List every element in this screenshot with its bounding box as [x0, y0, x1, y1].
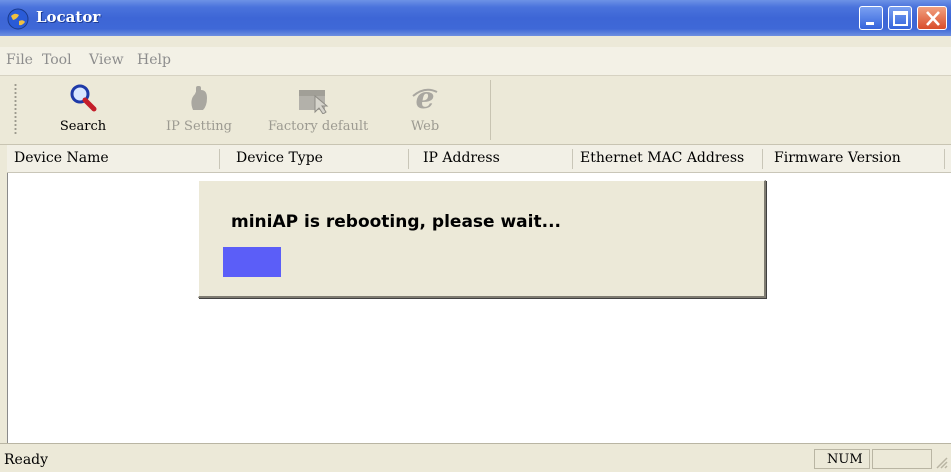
ip-setting-button[interactable]: IP Setting — [154, 82, 244, 138]
reboot-message: miniAP is rebooting, please wait... — [231, 212, 561, 232]
resize-grip-icon[interactable] — [934, 455, 948, 469]
factory-default-label: Factory default — [268, 119, 369, 134]
factory-default-icon — [299, 90, 329, 114]
locator-window: Locator File Tool View Help Search IP Se… — [0, 0, 951, 472]
minimize-button[interactable] — [859, 6, 883, 30]
column-firmware-version[interactable]: Firmware Version — [774, 150, 901, 166]
ip-setting-label: IP Setting — [166, 119, 232, 134]
reboot-progress-dialog — [198, 180, 766, 298]
search-button[interactable]: Search — [38, 82, 128, 138]
close-button[interactable] — [917, 6, 947, 30]
num-lock-indicator: NUM — [827, 452, 863, 467]
column-mac-address[interactable]: Ethernet MAC Address — [580, 150, 744, 166]
app-globe-icon — [7, 8, 29, 30]
column-divider[interactable] — [762, 149, 763, 169]
menubar-spacer — [0, 36, 951, 47]
menu-view[interactable]: View — [89, 52, 124, 68]
minimize-icon — [866, 22, 874, 25]
close-icon — [926, 11, 940, 26]
title-bar[interactable]: Locator — [0, 0, 951, 36]
menu-file[interactable]: File — [6, 52, 33, 68]
reboot-progress-bar — [223, 247, 543, 277]
search-label: Search — [59, 119, 107, 134]
column-device-type[interactable]: Device Type — [236, 150, 323, 166]
column-divider[interactable] — [219, 149, 220, 169]
maximize-icon — [893, 11, 908, 26]
svg-text:e: e — [415, 82, 434, 114]
web-button[interactable]: e Web — [380, 82, 470, 138]
column-device-name[interactable]: Device Name — [14, 150, 109, 166]
window-title: Locator — [36, 8, 101, 26]
column-divider[interactable] — [408, 149, 409, 169]
column-divider[interactable] — [944, 149, 945, 169]
column-ip-address[interactable]: IP Address — [423, 150, 500, 166]
menu-tool[interactable]: Tool — [42, 52, 72, 68]
maximize-button[interactable] — [888, 6, 912, 30]
toolbar-divider — [490, 80, 491, 140]
web-icon: e — [412, 82, 438, 114]
factory-default-button[interactable]: Factory default — [268, 82, 369, 138]
toolbar-grip[interactable] — [14, 83, 17, 135]
search-icon — [70, 84, 97, 112]
toolbar — [0, 76, 951, 145]
status-text: Ready — [4, 452, 49, 468]
menu-help[interactable]: Help — [137, 52, 171, 68]
progress-fill — [223, 247, 281, 277]
status-panel-empty — [872, 449, 932, 469]
ip-setting-icon — [191, 86, 207, 110]
status-bar — [0, 443, 951, 472]
column-divider[interactable] — [572, 149, 573, 169]
web-label: Web — [410, 119, 440, 134]
